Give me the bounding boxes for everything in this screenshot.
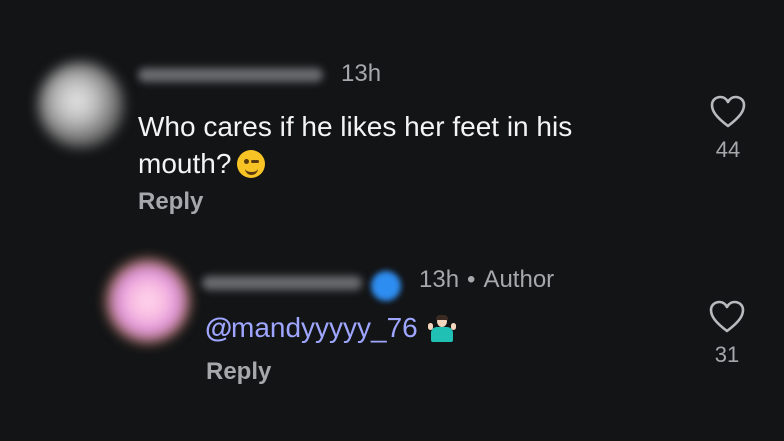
heart-icon[interactable] [709,300,745,334]
verified-badge-icon [371,271,401,301]
comment-body: Who cares if he likes her feet in his mo… [138,111,573,179]
like-count: 44 [715,137,741,162]
threads-at-icon: @ [205,312,233,343]
mention-username: mandyyyyy_76 [231,312,418,343]
avatar[interactable] [38,62,124,148]
meta-separator: • [467,266,476,293]
heart-icon[interactable] [710,95,746,129]
like-control: 44 [703,95,753,163]
like-count: 31 [714,342,740,367]
comment-timestamp: 13h [341,60,382,87]
username-blurred[interactable] [138,68,323,82]
reply-button[interactable]: Reply [138,188,203,216]
comment-timestamp: 13h [419,266,460,293]
username-blurred[interactable] [202,276,362,290]
like-control: 31 [702,300,752,368]
reply-button[interactable]: Reply [206,358,271,386]
mention-link[interactable]: @mandyyyyy_76 [205,312,418,343]
comment-meta: 13h • Author [419,266,554,294]
author-label: Author [483,266,555,293]
avatar[interactable] [106,259,190,343]
comment-thread: 13h Who cares if he likes her feet in hi… [0,0,784,441]
person-shrugging-icon [427,315,456,343]
comment-text: @mandyyyyy_76 [205,312,456,344]
winking-face-icon [237,150,266,178]
comment-text: Who cares if he likes her feet in his mo… [138,108,658,182]
